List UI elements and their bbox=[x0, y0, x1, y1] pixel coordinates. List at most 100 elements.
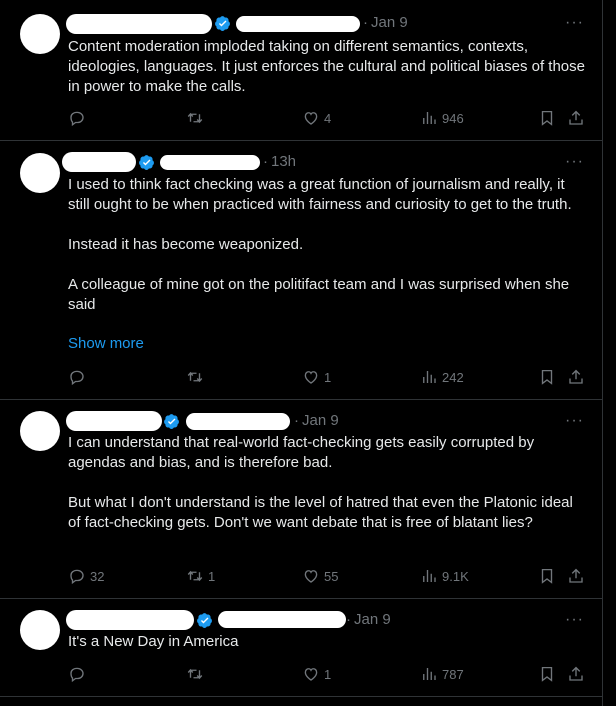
like-count: 1 bbox=[324, 369, 332, 385]
share-icon bbox=[569, 110, 583, 125]
views-icon bbox=[423, 112, 436, 124]
bookmark-button[interactable] bbox=[538, 665, 556, 683]
retweet-icon bbox=[187, 371, 203, 383]
bookmark-button[interactable] bbox=[538, 109, 556, 127]
redacted-display-name bbox=[66, 411, 162, 431]
share-button[interactable] bbox=[567, 109, 585, 127]
tweet-actions: 32 1 55 9.1K bbox=[68, 567, 588, 587]
more-icon[interactable]: ··· bbox=[565, 14, 584, 32]
reply-button[interactable] bbox=[68, 368, 90, 386]
retweet-count: 1 bbox=[208, 568, 216, 584]
like-icon bbox=[304, 112, 318, 125]
like-button[interactable]: 4 bbox=[302, 109, 331, 127]
bookmark-icon bbox=[541, 110, 553, 126]
verified-badge-icon bbox=[215, 16, 230, 31]
avatar[interactable] bbox=[20, 610, 60, 650]
tweet-text: Content moderation imploded taking on di… bbox=[68, 38, 590, 95]
separator-dot: · bbox=[363, 14, 368, 31]
tweet-timestamp[interactable]: 13h bbox=[271, 153, 296, 170]
view-count: 9.1K bbox=[442, 568, 469, 584]
like-button[interactable]: 1 bbox=[302, 368, 331, 386]
retweet-button[interactable] bbox=[186, 109, 208, 127]
views-icon bbox=[423, 668, 436, 680]
avatar[interactable] bbox=[20, 14, 60, 54]
tweet-actions: 1 242 bbox=[68, 368, 588, 388]
bookmark-icon bbox=[541, 666, 553, 682]
retweet-button[interactable] bbox=[186, 368, 208, 386]
tweet-timestamp[interactable]: Jan 9 bbox=[354, 611, 391, 628]
views-button[interactable]: 946 bbox=[420, 109, 464, 127]
bookmark-icon bbox=[541, 568, 553, 584]
reply-button[interactable] bbox=[68, 665, 90, 683]
share-button[interactable] bbox=[567, 665, 585, 683]
tweet-text: I used to think fact checking was a grea… bbox=[68, 176, 572, 313]
reply-icon bbox=[70, 370, 84, 386]
redacted-display-name bbox=[62, 152, 136, 172]
bookmark-button[interactable] bbox=[538, 567, 556, 585]
share-button[interactable] bbox=[567, 368, 585, 386]
view-count: 946 bbox=[442, 110, 464, 126]
views-button[interactable]: 787 bbox=[420, 665, 464, 683]
redacted-display-name bbox=[66, 610, 194, 630]
views-button[interactable]: 242 bbox=[420, 368, 464, 386]
reply-count: 32 bbox=[90, 568, 105, 584]
share-icon bbox=[569, 369, 583, 384]
like-count: 1 bbox=[324, 666, 332, 682]
show-more-link[interactable]: Show more bbox=[68, 335, 144, 352]
like-button[interactable]: 55 bbox=[302, 567, 338, 585]
redacted-display-name bbox=[66, 14, 212, 34]
retweet-button[interactable]: 1 bbox=[186, 567, 215, 585]
retweet-icon bbox=[187, 570, 203, 582]
like-count: 55 bbox=[324, 568, 339, 584]
verified-badge-icon bbox=[197, 613, 212, 628]
more-icon[interactable]: ··· bbox=[565, 412, 584, 430]
redacted-handle bbox=[236, 16, 360, 32]
reply-icon bbox=[70, 667, 84, 683]
avatar[interactable] bbox=[20, 153, 60, 193]
reply-button[interactable]: 32 bbox=[68, 567, 104, 585]
views-button[interactable]: 9.1K bbox=[420, 567, 469, 585]
tweet-text: I can understand that real-world fact-ch… bbox=[68, 434, 573, 531]
separator-dot: · bbox=[346, 611, 351, 628]
retweet-icon bbox=[187, 668, 203, 680]
like-icon bbox=[304, 371, 318, 384]
tweet-actions: 1 787 bbox=[68, 665, 588, 685]
reply-icon bbox=[70, 111, 84, 127]
more-icon[interactable]: ··· bbox=[565, 153, 584, 171]
bookmark-icon bbox=[541, 369, 553, 385]
view-count: 242 bbox=[442, 369, 464, 385]
bookmark-button[interactable] bbox=[538, 368, 556, 386]
retweet-button[interactable] bbox=[186, 665, 208, 683]
share-button[interactable] bbox=[567, 567, 585, 585]
verified-badge-icon bbox=[164, 414, 179, 429]
tweet-card[interactable]: · Jan 9 ··· I can understand that real-w… bbox=[0, 400, 602, 599]
like-button[interactable]: 1 bbox=[302, 665, 331, 683]
redacted-handle bbox=[160, 155, 260, 170]
redacted-handle bbox=[186, 413, 290, 430]
reply-button[interactable] bbox=[68, 109, 90, 127]
verified-badge-icon bbox=[139, 155, 154, 170]
like-icon bbox=[304, 668, 318, 681]
view-count: 787 bbox=[442, 666, 464, 682]
avatar[interactable] bbox=[20, 411, 60, 451]
tweet-text: It's a New Day in America bbox=[68, 633, 239, 650]
tweet-timestamp[interactable]: Jan 9 bbox=[302, 412, 339, 429]
share-icon bbox=[569, 666, 583, 681]
tweet-card[interactable]: · Jan 9 ··· Content moderation imploded … bbox=[0, 0, 602, 141]
reply-icon bbox=[70, 569, 84, 585]
tweet-card[interactable]: · Jan 9 ··· It's a New Day in America 1 … bbox=[0, 599, 602, 697]
views-icon bbox=[423, 570, 436, 582]
like-icon bbox=[304, 570, 318, 583]
tweet-timestamp[interactable]: Jan 9 bbox=[371, 14, 408, 31]
share-icon bbox=[569, 568, 583, 583]
redacted-handle bbox=[218, 611, 346, 628]
retweet-icon bbox=[187, 112, 203, 124]
tweet-card[interactable]: · 13h ··· I used to think fact checking … bbox=[0, 141, 602, 400]
separator-dot: · bbox=[263, 153, 268, 170]
tweet-actions: 4 946 bbox=[68, 109, 588, 129]
views-icon bbox=[423, 371, 436, 383]
separator-dot: · bbox=[294, 412, 299, 429]
like-count: 4 bbox=[324, 110, 332, 126]
timeline-border bbox=[602, 0, 603, 706]
more-icon[interactable]: ··· bbox=[565, 611, 584, 629]
